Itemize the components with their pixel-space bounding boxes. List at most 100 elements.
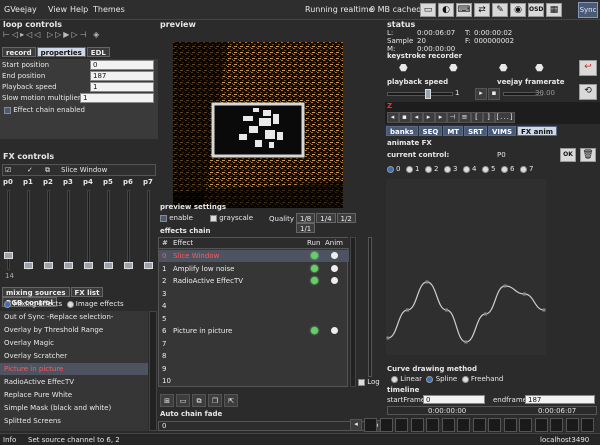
auto-chain-fade-slider[interactable]: 0 <box>158 421 368 431</box>
tab-srt[interactable]: SRT <box>464 126 487 136</box>
curve-point[interactable] <box>464 340 468 344</box>
tab-properties[interactable]: properties <box>36 47 86 57</box>
slow-motion-field[interactable]: 1 <box>80 93 154 103</box>
chain-clear-icon[interactable]: ▭ <box>176 394 190 407</box>
tab-mixing-sources[interactable]: mixing sources <box>2 287 70 297</box>
stream-icon[interactable]: ⇄ <box>474 3 490 17</box>
effects-chain-row[interactable]: 7 <box>159 338 349 350</box>
radio-linear[interactable] <box>391 375 398 383</box>
mixing-scrollbar[interactable] <box>149 311 157 431</box>
anim-indicator-icon[interactable] <box>331 264 338 272</box>
keystroke-play-icon[interactable]: ⬣ <box>449 63 458 74</box>
tab-vims[interactable]: VIMS <box>487 126 517 136</box>
menu-view[interactable]: View <box>48 5 67 14</box>
anim-ok-icon[interactable]: OK <box>560 148 576 162</box>
chain-share-icon[interactable]: ⇱ <box>224 394 238 407</box>
timeline-track[interactable]: 0:00:00:00 0:00:06:07 <box>387 406 597 415</box>
mixing-list-item[interactable]: Picture in picture <box>0 363 148 375</box>
log-checkbox[interactable]: Log <box>358 378 380 386</box>
effects-chain-row[interactable]: 0 Slice Window <box>159 250 349 262</box>
timeline-slot[interactable] <box>581 418 594 432</box>
run-indicator-icon[interactable] <box>311 264 318 272</box>
curve-point[interactable] <box>445 308 448 312</box>
sample-icon[interactable]: ◐ <box>438 3 454 17</box>
effects-chain-row[interactable]: 3 <box>159 288 349 300</box>
param-slider[interactable] <box>104 262 113 269</box>
keystroke-record-icon[interactable]: ⬣ <box>399 63 408 74</box>
timeline-slot[interactable] <box>457 418 470 432</box>
effects-chain-row[interactable]: 4 <box>159 300 349 312</box>
loop-icon[interactable]: ≡ <box>459 112 471 123</box>
effects-chain-row[interactable]: 10 <box>159 375 349 387</box>
timeline-slot[interactable] <box>410 418 424 432</box>
anim-channel-radio[interactable]: 3 <box>444 165 457 173</box>
effects-chain-row[interactable]: 6 Picture in picture <box>159 325 349 337</box>
sync-button[interactable]: Sync <box>578 2 598 18</box>
timeline-slot[interactable] <box>534 418 548 432</box>
menu-help[interactable]: Help <box>70 5 88 14</box>
end-icon[interactable]: ⊣ <box>447 112 459 123</box>
mixing-list-item[interactable]: Overlay by Threshold Range <box>0 324 148 336</box>
effect-chain-checkbox[interactable]: Effect chain enabled <box>4 106 85 114</box>
chain-scrollbar[interactable] <box>350 237 356 387</box>
start-position-field[interactable]: 0 <box>90 60 154 70</box>
param-slider[interactable] <box>144 262 153 269</box>
curve-point[interactable] <box>386 336 390 340</box>
tab-banks[interactable]: banks <box>386 126 418 136</box>
keyboard-icon[interactable]: ⌨ <box>456 3 472 17</box>
curve-point[interactable] <box>484 312 487 316</box>
range-all-icon[interactable]: [...] <box>495 112 515 123</box>
anim-channel-radio[interactable]: 1 <box>406 165 419 173</box>
tab-record[interactable]: record <box>2 47 36 57</box>
curve-point[interactable] <box>425 280 429 284</box>
timeline-slot[interactable] <box>395 418 408 432</box>
stop-icon[interactable]: ▪ <box>399 112 411 123</box>
keystroke-undo-icon[interactable]: ↩ <box>579 60 597 76</box>
timeline-slot[interactable] <box>472 418 486 432</box>
mixing-list-item[interactable]: Replace Pure White <box>0 389 148 401</box>
param-slider[interactable] <box>124 262 133 269</box>
camera-icon[interactable]: ◉ <box>510 3 526 17</box>
anim-channel-radio[interactable]: 4 <box>463 165 476 173</box>
tab-fx-anim[interactable]: FX anim <box>517 126 558 136</box>
framerate-sync-icon[interactable]: ⟲ <box>579 84 597 100</box>
run-indicator-icon[interactable] <box>311 327 318 334</box>
record-red-icon[interactable]: Z <box>387 102 392 110</box>
param-slider[interactable] <box>4 252 13 259</box>
play-icon[interactable]: ▸ <box>423 112 435 123</box>
quality-1-2[interactable]: 1/2 <box>336 213 356 223</box>
end-position-field[interactable]: 187 <box>90 71 154 81</box>
anim-channel-radio[interactable]: 6 <box>501 165 514 173</box>
edit-icon[interactable]: ✎ <box>492 3 508 17</box>
monitor-icon[interactable]: ▦ <box>546 3 562 17</box>
anim-channel-radio[interactable]: 5 <box>482 165 495 173</box>
timeline-slot[interactable] <box>488 418 501 432</box>
enable-checkbox[interactable]: enable <box>160 214 193 222</box>
framerate-up-button[interactable]: ▪ <box>488 88 500 100</box>
grayscale-checkbox[interactable]: grayscale <box>210 214 253 222</box>
fx-copy-icon[interactable]: ⧉ <box>45 166 50 175</box>
curve-point[interactable] <box>406 308 409 312</box>
mixing-list-item[interactable]: RadioActive EffecTV <box>0 376 148 388</box>
param-slider[interactable] <box>44 262 53 269</box>
keystroke-stop-icon[interactable]: ⬣ <box>499 63 508 74</box>
radio-icon[interactable] <box>66 300 74 308</box>
start-frame-field[interactable]: 0 <box>423 395 485 404</box>
effects-chain-row[interactable]: 1 Amplify low noise <box>159 263 349 275</box>
mixing-list-item[interactable]: Overlay Scratcher <box>0 350 148 362</box>
timeline-slot[interactable] <box>550 418 563 432</box>
effects-chain-row[interactable]: 5 <box>159 313 349 325</box>
curve-point[interactable] <box>523 292 526 296</box>
fade-slider-track[interactable] <box>368 237 372 377</box>
prev-icon[interactable]: ◂ <box>387 112 399 123</box>
chain-copy-icon[interactable]: ⧉ <box>192 394 206 407</box>
mixing-list-item[interactable]: Overlay Magic <box>0 337 148 349</box>
next-icon[interactable]: ▸ <box>435 112 447 123</box>
anim-channel-radio[interactable]: 7 <box>520 165 533 173</box>
menu-themes[interactable]: Themes <box>93 5 125 14</box>
chain-add-icon[interactable]: ⊞ <box>160 394 174 407</box>
osd-icon[interactable]: OSD <box>528 3 544 17</box>
tab-edl[interactable]: EDL <box>86 47 110 57</box>
run-indicator-icon[interactable] <box>311 252 318 259</box>
timeline-slot[interactable] <box>364 418 377 432</box>
